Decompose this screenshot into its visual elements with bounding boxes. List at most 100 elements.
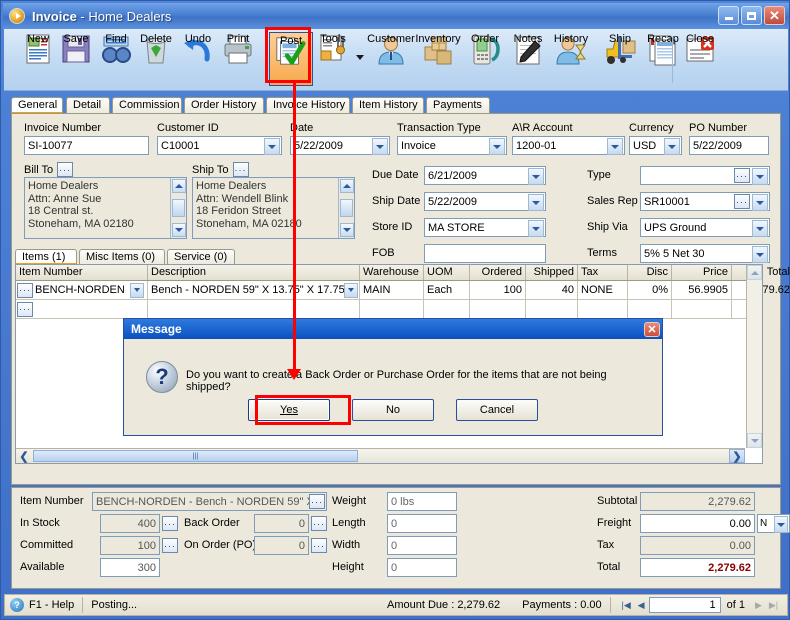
toolbar-button-tools[interactable]: Tools [309, 31, 357, 89]
maximize-icon[interactable] [741, 6, 762, 25]
tools-dropdown-chevron-down-icon[interactable] [356, 55, 364, 60]
type-chevron-down-icon[interactable] [752, 168, 768, 185]
freight-taxable-chevron-down-icon[interactable] [774, 516, 788, 533]
help-icon[interactable]: ? [10, 598, 24, 612]
invoice-number-input[interactable]: SI-10077 [24, 136, 149, 155]
bill-to-ellipsis-button[interactable]: ··· [57, 162, 74, 177]
customer-id-select[interactable]: C10001 [157, 136, 282, 155]
detail-item-ellipsis-button[interactable]: ··· [309, 494, 325, 509]
committed-field[interactable]: 100 [100, 536, 160, 555]
grid-col-description[interactable]: Description [148, 265, 360, 280]
sales-rep-ellipsis-button[interactable]: ··· [734, 194, 750, 209]
tab-items[interactable]: Items (1) [15, 249, 77, 265]
ship-to-scroll-thumb[interactable] [340, 199, 353, 217]
tab-detail[interactable]: Detail [66, 97, 110, 114]
grid-col-warehouse[interactable]: Warehouse [360, 265, 424, 280]
currency-select[interactable]: USD [629, 136, 682, 155]
in-stock-field[interactable]: 400 [100, 514, 160, 533]
grid-cell-description[interactable] [148, 300, 360, 318]
detail-item-number-field[interactable]: BENCH-NORDEN - Bench - NORDEN 59" X ··· [92, 492, 327, 511]
toolbar-button-close[interactable]: Close [676, 31, 724, 89]
grid-col-tax[interactable]: Tax [578, 265, 628, 280]
row-description-chevron-down-icon[interactable] [344, 282, 358, 298]
toolbar-button-notes[interactable]: Notes [504, 31, 552, 89]
tab-payments[interactable]: Payments [426, 97, 490, 114]
date-select[interactable]: 5/22/2009 [290, 136, 390, 155]
tab-service[interactable]: Service (0) [167, 249, 235, 265]
grid-cell-tax[interactable]: NONE [578, 281, 628, 299]
ship-to-scroll-up-icon[interactable] [339, 179, 354, 193]
ship-to-scroll-down-icon[interactable] [339, 223, 354, 237]
ship-via-chevron-down-icon[interactable] [752, 220, 768, 237]
ship-to-scrollbar[interactable] [338, 178, 354, 238]
weight-field[interactable]: 0 lbs [387, 492, 457, 511]
on-order-ellipsis-button[interactable]: ··· [311, 538, 327, 553]
sales-rep-select[interactable]: SR10001 ··· [640, 192, 770, 211]
committed-ellipsis-button[interactable]: ··· [162, 538, 178, 553]
grid-cell-warehouse[interactable]: MAIN [360, 281, 424, 299]
toolbar-button-history[interactable]: History [547, 31, 595, 89]
terms-select[interactable]: 5% 5 Net 30 [640, 244, 770, 263]
table-row[interactable]: ··· [16, 300, 762, 319]
date-chevron-down-icon[interactable] [372, 138, 388, 155]
bill-to-scrollbar[interactable] [170, 178, 186, 238]
page-number-input[interactable]: 1 [648, 597, 721, 613]
toolbar-button-ship[interactable]: Ship [596, 31, 644, 89]
tab-order-history[interactable]: Order History [184, 97, 264, 114]
due-date-select[interactable]: 6/21/2009 [424, 166, 546, 185]
minimize-icon[interactable] [718, 6, 739, 25]
freight-field[interactable]: 0.00 [640, 514, 755, 533]
nav-prev-icon[interactable]: ◀ [634, 597, 649, 613]
fob-input[interactable] [424, 244, 546, 263]
in-stock-ellipsis-button[interactable]: ··· [162, 516, 178, 531]
grid-hscroll-thumb[interactable]: ||| [33, 450, 358, 462]
toolbar-button-order[interactable]: Order [461, 31, 509, 89]
bill-to-scroll-up-icon[interactable] [171, 179, 186, 193]
grid-horizontal-scrollbar[interactable]: ❮ ||| ❯ [16, 448, 745, 463]
ship-date-chevron-down-icon[interactable] [528, 194, 544, 211]
grid-cell-item-number[interactable]: ··· BENCH-NORDEN [16, 281, 148, 299]
grid-scroll-left-icon[interactable]: ❮ [16, 449, 32, 463]
currency-chevron-down-icon[interactable] [664, 138, 680, 155]
row-item-ellipsis-button[interactable]: ··· [17, 282, 33, 298]
toolbar-button-post[interactable]: Post [269, 32, 313, 86]
cancel-button[interactable]: Cancel [456, 399, 538, 421]
grid-cell-warehouse[interactable] [360, 300, 424, 318]
grid-col-ordered[interactable]: Ordered [470, 265, 526, 280]
customer-id-chevron-down-icon[interactable] [264, 138, 280, 155]
grid-col-item-number[interactable]: Item Number [16, 265, 148, 280]
back-order-field[interactable]: 0 [254, 514, 309, 533]
bill-to-address[interactable]: Home Dealers Attn: Anne Sue 18 Central s… [24, 177, 187, 239]
grid-cell-shipped[interactable] [526, 300, 578, 318]
bill-to-scroll-down-icon[interactable] [171, 223, 186, 237]
close-icon[interactable]: ✕ [764, 6, 785, 25]
tab-invoice-history[interactable]: Invoice History [266, 97, 350, 114]
ship-to-ellipsis-button[interactable]: ··· [232, 162, 249, 177]
ship-via-select[interactable]: UPS Ground [640, 218, 770, 237]
back-order-ellipsis-button[interactable]: ··· [311, 516, 327, 531]
ship-to-address[interactable]: Home Dealers Attn: Wendell Blink 18 Feri… [192, 177, 355, 239]
grid-scroll-down-icon[interactable] [747, 433, 762, 448]
grid-cell-price[interactable]: 56.9905 [672, 281, 732, 299]
sales-rep-chevron-down-icon[interactable] [752, 194, 768, 211]
height-field[interactable]: 0 [387, 558, 457, 577]
grid-cell-uom[interactable]: Each [424, 281, 470, 299]
tab-item-history[interactable]: Item History [352, 97, 424, 114]
due-date-chevron-down-icon[interactable] [528, 168, 544, 185]
nav-first-icon[interactable]: |◀ [619, 597, 634, 613]
dialog-close-icon[interactable]: ✕ [644, 321, 660, 337]
status-help-label[interactable]: F1 - Help [29, 599, 74, 611]
nav-next-icon[interactable]: ▶ [751, 597, 766, 613]
grid-col-disc[interactable]: Disc [628, 265, 672, 280]
on-order-field[interactable]: 0 [254, 536, 309, 555]
width-field[interactable]: 0 [387, 536, 457, 555]
bill-to-scroll-thumb[interactable] [172, 199, 185, 217]
toolbar-button-inventory[interactable]: Inventory [412, 31, 464, 89]
grid-scroll-right-icon[interactable]: ❯ [729, 449, 745, 463]
grid-cell-tax[interactable] [578, 300, 628, 318]
nav-last-icon[interactable]: ▶| [766, 597, 781, 613]
tab-general[interactable]: General [11, 97, 63, 114]
tab-commission[interactable]: Commission [112, 97, 182, 114]
length-field[interactable]: 0 [387, 514, 457, 533]
ship-date-select[interactable]: 5/22/2009 [424, 192, 546, 211]
